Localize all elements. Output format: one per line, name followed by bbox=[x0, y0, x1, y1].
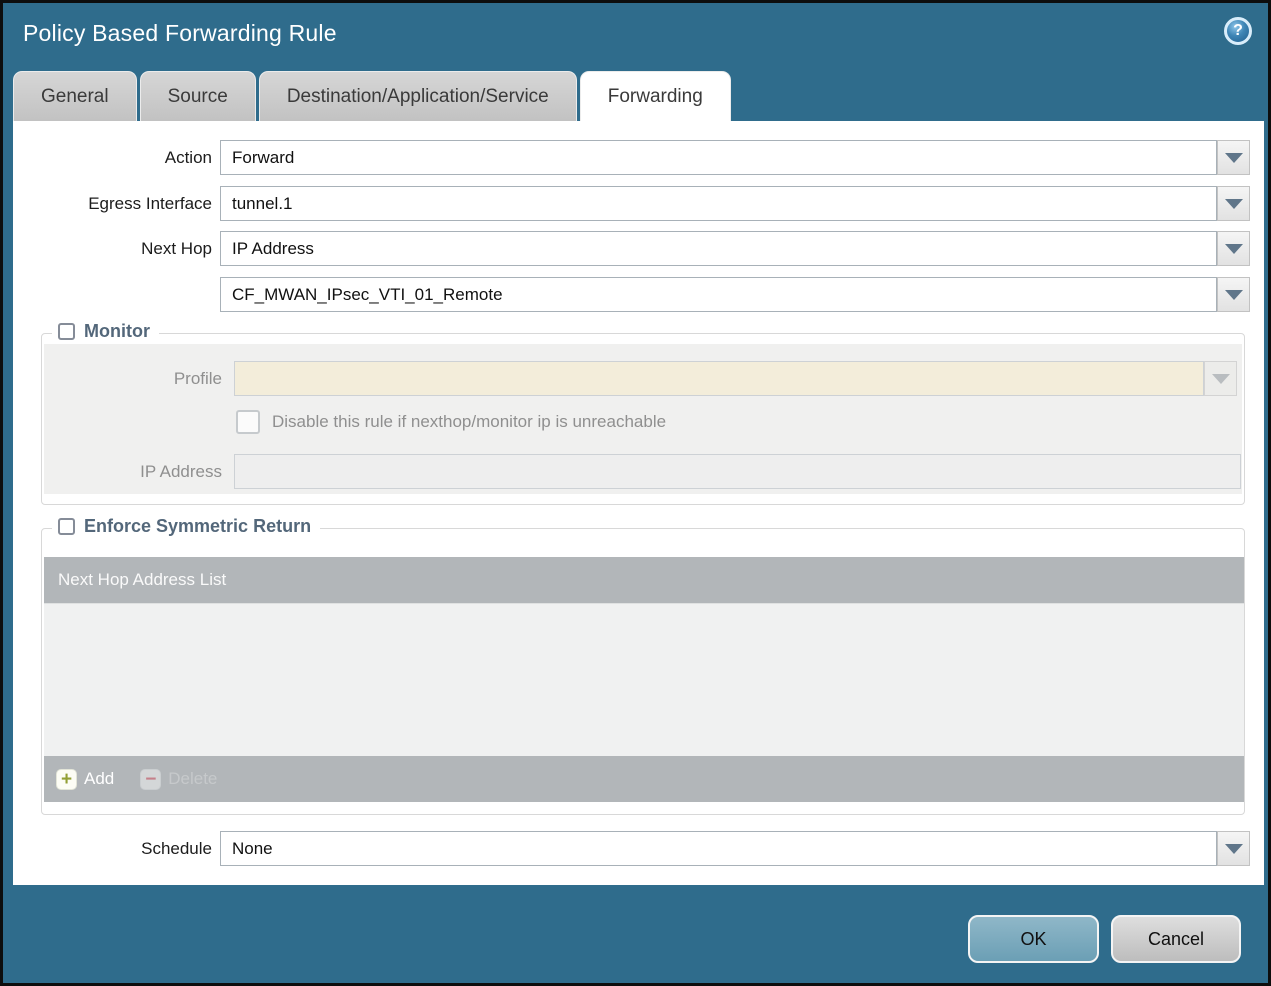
table-footer: + Add − Delete bbox=[44, 756, 1244, 802]
egress-interface-row: Egress Interface tunnel.1 bbox=[13, 186, 1264, 221]
profile-field[interactable] bbox=[234, 361, 1204, 396]
chevron-down-icon bbox=[1224, 198, 1243, 209]
chevron-down-icon bbox=[1224, 243, 1243, 254]
forwarding-tab-panel: Action Forward Egress Interface tunnel.1… bbox=[13, 121, 1264, 885]
egress-interface-dropdown-button[interactable] bbox=[1217, 186, 1250, 221]
disable-rule-label: Disable this rule if nexthop/monitor ip … bbox=[272, 412, 667, 431]
monitor-legend: Monitor bbox=[52, 321, 159, 342]
schedule-row: Schedule None bbox=[13, 831, 1264, 866]
tab-forwarding[interactable]: Forwarding bbox=[579, 71, 731, 121]
monitor-group: Monitor Profile Disable this rule if nex… bbox=[41, 321, 1245, 505]
chevron-down-icon bbox=[1224, 152, 1243, 163]
monitor-title: Monitor bbox=[84, 321, 150, 341]
monitor-panel: Profile Disable this rule if nexthop/mon… bbox=[44, 344, 1242, 494]
action-dropdown-button[interactable] bbox=[1217, 140, 1250, 175]
schedule-select[interactable]: None bbox=[220, 831, 1217, 866]
next-hop-address-list-table: Next Hop Address List + Add − Delete bbox=[44, 557, 1244, 802]
tab-destination-application-service[interactable]: Destination/Application/Service bbox=[258, 71, 577, 121]
action-row: Action Forward bbox=[13, 140, 1264, 175]
enforce-symmetric-return-checkbox[interactable] bbox=[58, 518, 75, 535]
next-hop-address-select[interactable]: CF_MWAN_IPsec_VTI_01_Remote bbox=[220, 277, 1217, 312]
table-header: Next Hop Address List bbox=[44, 557, 1244, 603]
ok-button[interactable]: OK bbox=[968, 915, 1099, 963]
policy-based-forwarding-dialog: Policy Based Forwarding Rule ? General S… bbox=[0, 0, 1271, 986]
egress-interface-label: Egress Interface bbox=[88, 194, 212, 213]
chevron-down-icon bbox=[1224, 289, 1243, 300]
monitor-checkbox[interactable] bbox=[58, 323, 75, 340]
schedule-label: Schedule bbox=[141, 839, 212, 858]
minus-icon: − bbox=[140, 768, 162, 790]
profile-label: Profile bbox=[173, 369, 222, 388]
tab-source[interactable]: Source bbox=[139, 71, 256, 121]
next-hop-select[interactable]: IP Address bbox=[220, 231, 1217, 266]
next-hop-address-row: CF_MWAN_IPsec_VTI_01_Remote bbox=[13, 277, 1264, 312]
delete-button[interactable]: − Delete bbox=[140, 768, 218, 790]
help-icon[interactable]: ? bbox=[1224, 17, 1252, 45]
enforce-symmetric-return-title: Enforce Symmetric Return bbox=[84, 516, 312, 536]
action-label: Action bbox=[164, 148, 212, 167]
table-body[interactable] bbox=[44, 603, 1244, 756]
disable-rule-checkbox[interactable] bbox=[236, 410, 260, 434]
chevron-down-icon bbox=[1224, 843, 1243, 854]
add-button-label: Add bbox=[84, 769, 115, 788]
plus-icon: + bbox=[56, 768, 77, 790]
schedule-dropdown-button[interactable] bbox=[1217, 831, 1250, 866]
egress-interface-select[interactable]: tunnel.1 bbox=[220, 186, 1217, 221]
action-select[interactable]: Forward bbox=[220, 140, 1217, 175]
next-hop-dropdown-button[interactable] bbox=[1217, 231, 1250, 266]
cancel-button[interactable]: Cancel bbox=[1111, 915, 1241, 963]
monitor-ip-address-field[interactable] bbox=[234, 454, 1241, 489]
enforce-symmetric-return-group: Enforce Symmetric Return Next Hop Addres… bbox=[41, 516, 1245, 815]
add-button[interactable]: + Add bbox=[56, 768, 115, 790]
profile-dropdown-button[interactable] bbox=[1204, 361, 1237, 396]
tab-general[interactable]: General bbox=[13, 71, 137, 121]
delete-button-label: Delete bbox=[168, 769, 218, 788]
next-hop-row: Next Hop IP Address bbox=[13, 231, 1264, 266]
chevron-down-icon bbox=[1211, 373, 1230, 384]
tab-bar: General Source Destination/Application/S… bbox=[13, 71, 731, 121]
next-hop-label: Next Hop bbox=[141, 239, 212, 258]
monitor-ip-address-label: IP Address bbox=[140, 462, 222, 481]
enforce-legend: Enforce Symmetric Return bbox=[52, 516, 321, 537]
next-hop-address-dropdown-button[interactable] bbox=[1217, 277, 1250, 312]
dialog-title: Policy Based Forwarding Rule bbox=[23, 20, 337, 46]
